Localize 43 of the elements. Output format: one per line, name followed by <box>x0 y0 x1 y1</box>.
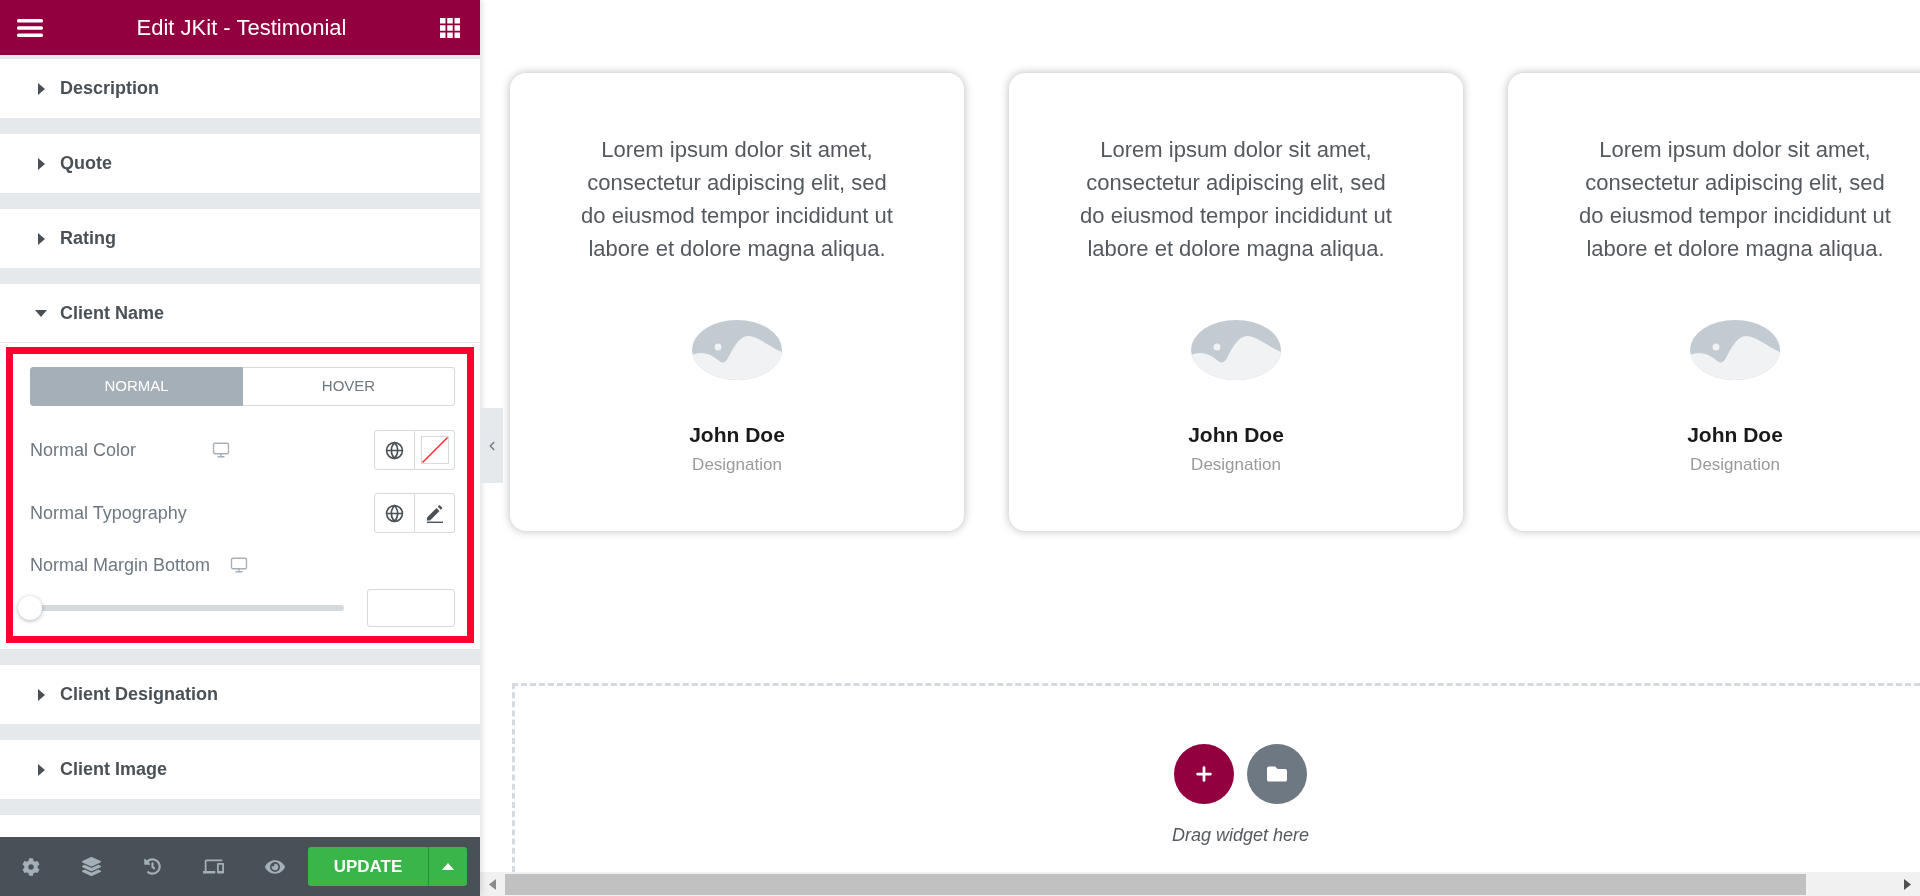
globe-icon <box>385 503 404 523</box>
add-section-button[interactable] <box>1174 744 1234 804</box>
add-template-button[interactable] <box>1247 744 1307 804</box>
client-name: John Doe <box>1687 422 1783 448</box>
apps-grid-icon[interactable] <box>440 17 460 38</box>
horizontal-scrollbar[interactable] <box>480 872 1920 896</box>
edit-typography-button[interactable] <box>415 493 455 533</box>
panel-title: Edit JKit - Testimonial <box>136 14 347 42</box>
client-name: John Doe <box>689 422 785 448</box>
scroll-left-arrow-icon[interactable] <box>489 878 496 890</box>
client-designation: Designation <box>692 454 782 476</box>
monitor-icon[interactable] <box>212 441 230 459</box>
tab[interactable]: HOVER <box>243 367 455 406</box>
layers-icon[interactable] <box>82 857 101 876</box>
pencil-icon <box>425 503 444 523</box>
menu-icon[interactable] <box>17 18 43 37</box>
control-label: Normal Typography <box>30 501 187 525</box>
slider-thumb[interactable] <box>18 596 42 620</box>
folder-icon <box>1267 764 1287 784</box>
testimonial-quote: Lorem ipsum dolor sit amet, consectetur adipiscing elit, sed do eiusmod tempor incididunt ut labore et dolore magna aliqua. <box>580 136 894 263</box>
empty-color-swatch-icon <box>420 436 449 464</box>
globe-icon <box>385 440 404 460</box>
update-options-button[interactable] <box>428 847 467 886</box>
caret-up-icon <box>442 863 454 870</box>
drop-zone-hint: Drag widget here <box>1171 824 1310 847</box>
control-label: Normal Color <box>30 438 137 462</box>
plus-icon <box>1193 763 1215 785</box>
global-settings-button[interactable] <box>374 430 415 470</box>
testimonial-quote: Lorem ipsum dolor sit amet, consectetur adipiscing elit, sed do eiusmod tempor incididunt ut labore et dolore magna aliqua. <box>1079 136 1393 263</box>
scroll-right-arrow-icon[interactable] <box>1904 878 1911 890</box>
number-input[interactable] <box>367 589 455 627</box>
testimonial-quote: Lorem ipsum dolor sit amet, consectetur adipiscing elit, sed do eiusmod tempor incididunt ut labore et dolore magna aliqua. <box>1578 136 1892 263</box>
client-designation: Designation <box>1191 454 1281 476</box>
color-picker-button[interactable] <box>415 430 455 470</box>
monitor-icon[interactable] <box>230 556 249 574</box>
client-designation: Designation <box>1690 454 1780 476</box>
history-icon[interactable] <box>144 858 161 875</box>
client-name: John Doe <box>1188 422 1284 448</box>
scrollbar-thumb[interactable] <box>505 873 1806 895</box>
control-label: Normal Margin Bottom <box>30 553 211 577</box>
settings-icon[interactable] <box>21 857 40 876</box>
slider-track[interactable] <box>18 596 344 620</box>
global-settings-button[interactable] <box>374 493 415 533</box>
